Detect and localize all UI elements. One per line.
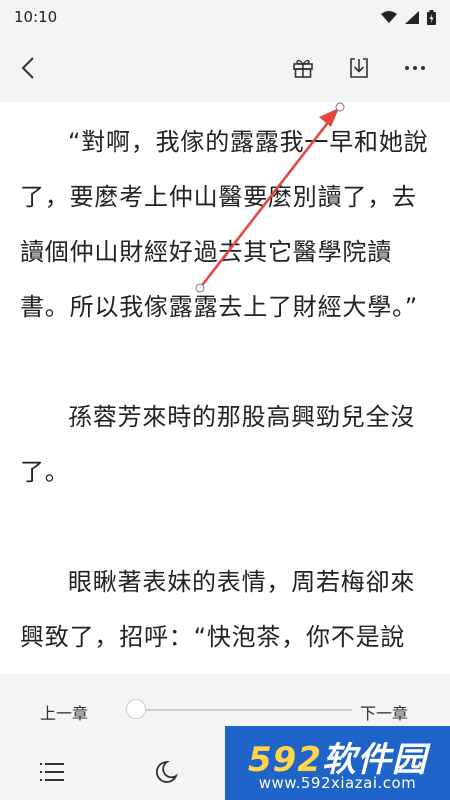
signal-icon (405, 10, 419, 24)
night-mode-icon (155, 761, 178, 783)
gift-icon (293, 59, 313, 78)
watermark-url: www.592xiazai.com (258, 774, 417, 792)
paragraph: 孫蓉芳來時的那股高興勁兒全沒了。 (20, 403, 416, 486)
paragraph: 眼瞅著表妹的表情，周若梅卻來興致了，招呼：“快泡茶，你不是說你 (20, 568, 416, 651)
status-bar: 10:10 (0, 0, 450, 34)
site-watermark: 592软件园 www.592xiazai.com (225, 726, 450, 800)
back-icon (21, 57, 34, 79)
status-time: 10:10 (14, 8, 58, 26)
reading-content[interactable]: “對啊，我傢的露露我一早和她說了，要麼考上仲山醫要麼別讀了，去讀個仲山財經好過去… (0, 102, 450, 674)
status-icons (381, 9, 436, 25)
reader-toolbar (0, 34, 450, 102)
slider-thumb[interactable] (126, 699, 146, 719)
menu-list-icon (40, 763, 64, 781)
more-button[interactable] (395, 48, 435, 88)
wifi-icon (381, 10, 397, 23)
more-icon (405, 66, 425, 70)
night-mode-button[interactable] (148, 754, 184, 790)
next-chapter-button[interactable]: 下一章 (360, 700, 408, 724)
battery-icon (427, 9, 436, 25)
back-button[interactable] (8, 48, 48, 88)
download-button[interactable] (339, 48, 379, 88)
catalog-button[interactable] (34, 754, 70, 790)
paragraph: “對啊，我傢的露露我一早和她說了，要麼考上仲山醫要麼別讀了，去讀個仲山財經好過去… (20, 128, 429, 321)
chapter-progress-slider[interactable] (138, 709, 352, 711)
gift-button[interactable] (283, 48, 323, 88)
download-icon (350, 58, 368, 78)
prev-chapter-button[interactable]: 上一章 (40, 700, 88, 724)
